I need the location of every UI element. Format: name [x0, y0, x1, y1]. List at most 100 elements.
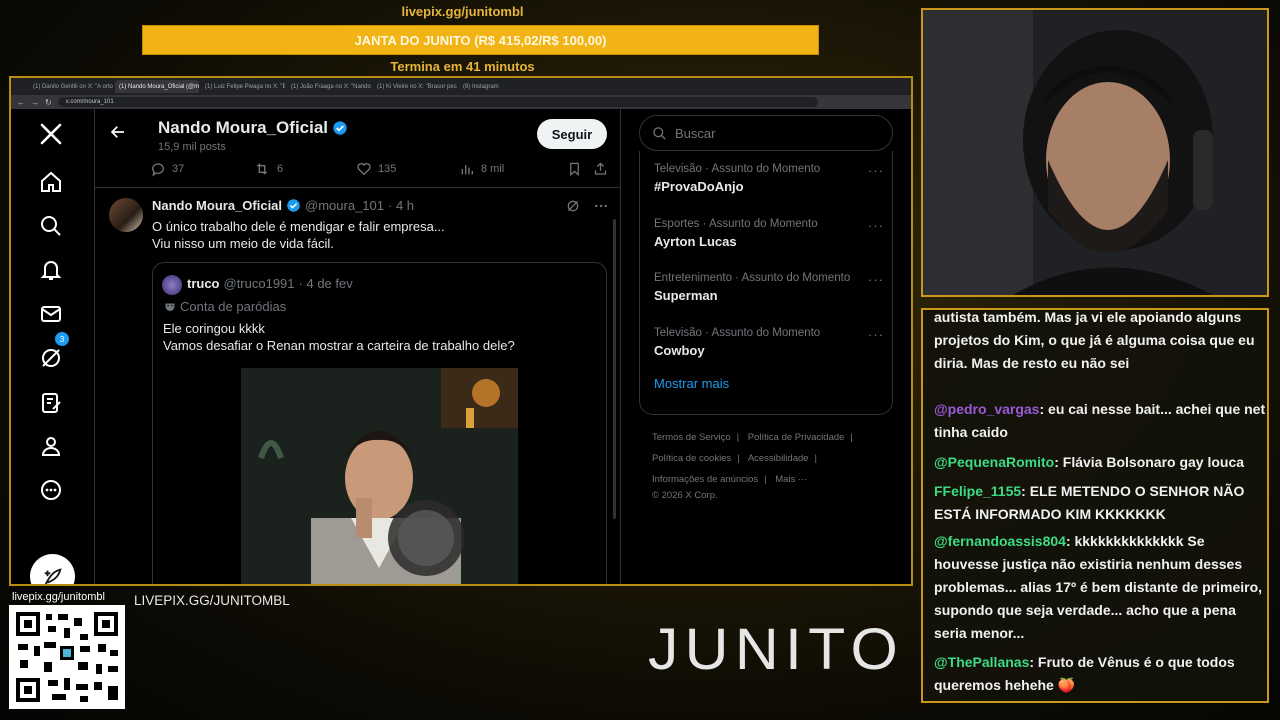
chat-panel: autista também. Mas ja vi ele apoiando a… — [921, 308, 1269, 703]
trend-meta: Televisão · Assunto do Momento — [654, 327, 821, 339]
browser-tab[interactable]: (1) Luiz Felipe Pwaga no X: "B — [201, 80, 285, 93]
tweet-author-handle[interactable]: @moura_101 — [305, 198, 384, 213]
tweet-author-name[interactable]: Nando Moura_Oficial — [152, 198, 282, 213]
logo-text: JUNITO — [648, 617, 904, 677]
trend-item[interactable]: Televisão · Assunto do Momento #ProvaDoA… — [654, 163, 884, 194]
notifications-icon[interactable] — [38, 257, 64, 283]
trend-meta: Televisão · Assunto do Momento — [654, 163, 821, 175]
browser-tab[interactable]: (1) Ki Vieire no X: "Brasor pes — [373, 80, 457, 93]
chat-message: @pedro_vargas: eu cai nesse bait... ache… — [934, 398, 1267, 444]
grok-icon[interactable] — [38, 345, 64, 371]
home-icon[interactable] — [38, 169, 64, 195]
chat-text: autista também. Mas ja vi ele apoiando a… — [934, 309, 1255, 371]
follow-button[interactable]: Seguir — [537, 119, 607, 149]
trend-more-icon[interactable]: ··· — [868, 272, 884, 287]
address-bar-row: ← → ↻ x.com/moura_101 — [11, 95, 911, 109]
quote-video-thumbnail[interactable] — [241, 368, 518, 584]
post-button[interactable] — [30, 554, 75, 584]
more-options-icon[interactable] — [593, 198, 609, 214]
quote-header: truco @truco1991 · 4 de fev — [187, 276, 353, 291]
more-link[interactable]: Mais ··· — [775, 474, 807, 485]
webcam-feed — [921, 8, 1269, 297]
trend-more-icon[interactable]: ··· — [868, 218, 884, 233]
trend-title: Cowboy — [654, 343, 705, 358]
cookies-link[interactable]: Política de cookies — [652, 453, 731, 464]
forward-nav-icon[interactable]: → — [31, 98, 39, 107]
url-input[interactable]: x.com/moura_101 — [57, 97, 818, 107]
chat-username: @ThePallanas — [934, 654, 1030, 670]
chat-message: autista também. Mas ja vi ele apoiando a… — [934, 309, 1267, 375]
repost-icon — [256, 163, 268, 175]
tab-strip: (1) Danilo Gentili on X: "A orto (1) Nan… — [11, 78, 911, 95]
like-count: 135 — [378, 163, 397, 175]
show-more-link[interactable]: Mostrar mais — [654, 376, 729, 391]
reply-icon — [152, 163, 164, 177]
tweet-text: O único trabalho dele é mendigar e falir… — [152, 218, 445, 252]
feather-icon — [44, 567, 62, 584]
reply-action[interactable]: 37 — [150, 161, 253, 177]
back-nav-icon[interactable]: ← — [17, 98, 25, 107]
tweet-tools — [565, 198, 609, 214]
browser-tab[interactable]: (8) Instagram — [459, 80, 543, 93]
quote-line-2: Vamos desafiar o Renan mostrar a carteir… — [163, 338, 515, 353]
more-icon[interactable] — [38, 477, 64, 503]
browser-tab[interactable]: (1) Danilo Gentili on X: "A orto — [29, 80, 113, 93]
search-placeholder: Buscar — [675, 125, 716, 141]
share-icon[interactable] — [593, 161, 608, 177]
chat-username: @PequenaRomito — [934, 454, 1055, 470]
accessibility-link[interactable]: Acessibilidade — [748, 453, 809, 464]
chat-message: FFelipe_1155: ELE METENDO O SENHOR NÃO E… — [934, 480, 1267, 526]
chat-message: @ThePallanas: Fruto de Vênus é o que tod… — [934, 651, 1267, 697]
search-input[interactable]: Buscar — [639, 115, 893, 151]
parody-label: Conta de paródias — [164, 299, 286, 314]
divider — [95, 187, 620, 188]
chat-text: : kkkkkkkkkkkkkk Se houvesse justiça não… — [934, 533, 1263, 641]
chat-message: @fernandoassis804: kkkkkkkkkkkkkk Se hou… — [934, 530, 1267, 645]
repost-count: 6 — [277, 163, 284, 175]
bookmark-icon[interactable] — [567, 161, 593, 177]
scrollbar[interactable] — [613, 219, 616, 519]
search-icon[interactable] — [38, 213, 64, 239]
x-logo-icon[interactable] — [38, 121, 64, 147]
profile-icon[interactable] — [38, 433, 64, 459]
trend-item[interactable]: Televisão · Assunto do Momento Cowboy ··… — [654, 327, 884, 358]
privacy-link[interactable]: Política de Privacidade — [748, 432, 845, 443]
search-icon — [653, 126, 666, 140]
x-sidebar: 3 — [11, 109, 93, 584]
trend-item[interactable]: Entretenimento · Assunto do Momento Supe… — [654, 272, 884, 303]
like-action[interactable]: 135 — [356, 161, 459, 177]
browser-window: (1) Danilo Gentili on X: "A orto (1) Nan… — [9, 76, 913, 586]
grok-icon[interactable] — [565, 198, 581, 214]
previous-post-actions: 37 6 135 8 mil — [150, 157, 610, 181]
right-sidebar: Buscar Televisão · Assunto do Momento #P… — [622, 109, 911, 584]
lists-icon[interactable] — [38, 390, 64, 416]
chat-username: @fernandoassis804 — [934, 533, 1066, 549]
quoted-tweet[interactable]: truco @truco1991 · 4 de fev Conta de par… — [152, 262, 607, 584]
trend-item[interactable]: Esportes · Assunto do Momento Ayrton Luc… — [654, 218, 884, 249]
notifications-badge: 3 — [55, 332, 69, 346]
trend-more-icon[interactable]: ··· — [868, 163, 884, 178]
browser-tab[interactable]: (1) João Fraaga no X: "Nando — [287, 80, 371, 93]
repost-action[interactable]: 6 — [253, 161, 356, 177]
chat-username: @pedro_vargas — [934, 401, 1040, 417]
trend-title: #ProvaDoAnjo — [654, 179, 744, 194]
reload-icon[interactable]: ↻ — [45, 98, 52, 107]
terms-link[interactable]: Termos de Serviço — [652, 432, 731, 443]
quote-date: · 4 de fev — [298, 276, 353, 291]
back-arrow-icon[interactable] — [109, 123, 127, 146]
avatar[interactable] — [109, 198, 143, 232]
quote-line-1: Ele coringou kkkk — [163, 321, 265, 336]
main-timeline: Nando Moura_Oficial 15,9 mil posts Segui… — [94, 109, 621, 584]
tweet-line-1: O único trabalho dele é mendigar e falir… — [152, 219, 445, 234]
tweet-time[interactable]: · 4 h — [388, 198, 414, 213]
ads-info-link[interactable]: Informações de anúncios — [652, 474, 758, 485]
views-action[interactable]: 8 mil — [459, 161, 567, 177]
quote-avatar[interactable] — [162, 275, 182, 295]
messages-icon[interactable] — [38, 301, 64, 327]
browser-tab-active[interactable]: (1) Nando Moura_Oficial (@mo — [115, 80, 199, 93]
trend-more-icon[interactable]: ··· — [868, 327, 884, 342]
chat-message: @PequenaRomito: Flávia Bolsonaro gay lou… — [934, 451, 1267, 474]
goal-text: JANTA DO JUNITO (R$ 415,02/R$ 100,00) — [354, 32, 607, 48]
views-icon — [461, 165, 473, 175]
reply-count: 37 — [172, 163, 185, 175]
